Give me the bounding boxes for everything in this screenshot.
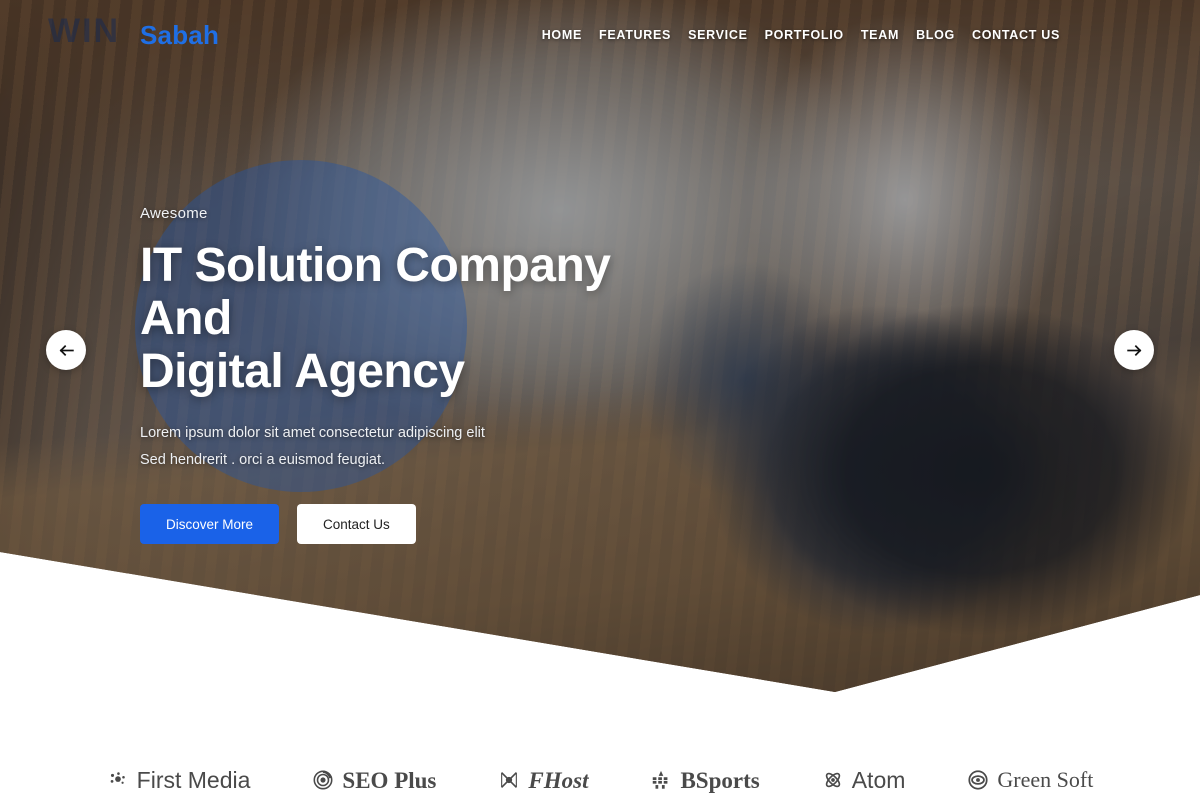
nav-item-service[interactable]: SERVICE — [688, 28, 748, 42]
nav-item-portfolio[interactable]: PORTFOLIO — [765, 28, 844, 42]
hero-content: Awesome IT Solution Company And Digital … — [140, 205, 740, 545]
brand-name: SEO Plus — [342, 767, 437, 793]
brand-bsports[interactable]: BSports — [650, 767, 760, 793]
arrow-left-icon — [58, 342, 75, 359]
hero-description-line-2: Sed hendrerit . orci a euismod feugiat. — [140, 452, 386, 469]
brand-fhost[interactable]: FHost — [498, 769, 588, 792]
hero-description: Lorem ipsum dolor sit amet consectetur a… — [140, 420, 510, 474]
landing-page: WIN Sabah HOME FEATURES SERVICE PORTFOLI… — [0, 0, 1200, 800]
site-header: Sabah HOME FEATURES SERVICE PORTFOLIO TE… — [0, 0, 1200, 70]
brand-first-media[interactable]: First Media — [107, 766, 251, 793]
brand-name: First Media — [136, 766, 251, 793]
carousel-prev-button[interactable] — [46, 330, 86, 370]
main-navigation: HOME FEATURES SERVICE PORTFOLIO TEAM BLO… — [542, 28, 1060, 42]
grid-burst-icon — [650, 769, 672, 791]
nav-item-blog[interactable]: BLOG — [916, 28, 955, 42]
discover-more-button[interactable]: Discover More — [140, 504, 280, 545]
client-logos-strip: First Media SEO Plus FHost BSports Atom … — [0, 760, 1200, 800]
brand-name: Atom — [851, 766, 906, 793]
hero-title: IT Solution Company And Digital Agency — [140, 239, 700, 398]
brand-name: FHost — [528, 767, 589, 793]
eye-circle-icon — [967, 769, 989, 791]
hero-eyebrow: Awesome — [140, 205, 208, 222]
brand-seo-plus[interactable]: SEO Plus — [312, 769, 436, 792]
bowtie-knot-icon — [498, 769, 520, 791]
carousel-next-button[interactable] — [1114, 330, 1154, 370]
arrow-right-icon — [1126, 342, 1143, 359]
hero-title-line-2: Digital Agency — [140, 344, 465, 398]
spiral-circle-icon — [312, 769, 334, 791]
hero-description-line-1: Lorem ipsum dolor sit amet consectetur a… — [140, 425, 485, 442]
hero-title-line-1: IT Solution Company And — [140, 239, 611, 345]
brand-name: BSports — [680, 767, 760, 793]
dots-cluster-icon — [107, 769, 129, 791]
site-logo[interactable]: Sabah — [140, 22, 219, 48]
brand-atom[interactable]: Atom — [822, 766, 906, 793]
nav-item-features[interactable]: FEATURES — [599, 28, 671, 42]
hero-action-buttons: Discover More Contact Us — [140, 504, 740, 545]
nav-item-team[interactable]: TEAM — [861, 28, 899, 42]
atom-loop-icon — [822, 769, 844, 791]
nav-item-contact-us[interactable]: CONTACT US — [972, 28, 1060, 42]
nav-item-home[interactable]: HOME — [542, 28, 582, 42]
brand-name: Green Soft — [997, 767, 1094, 792]
contact-us-button[interactable]: Contact Us — [297, 504, 416, 545]
brand-green-soft[interactable]: Green Soft — [967, 769, 1093, 791]
